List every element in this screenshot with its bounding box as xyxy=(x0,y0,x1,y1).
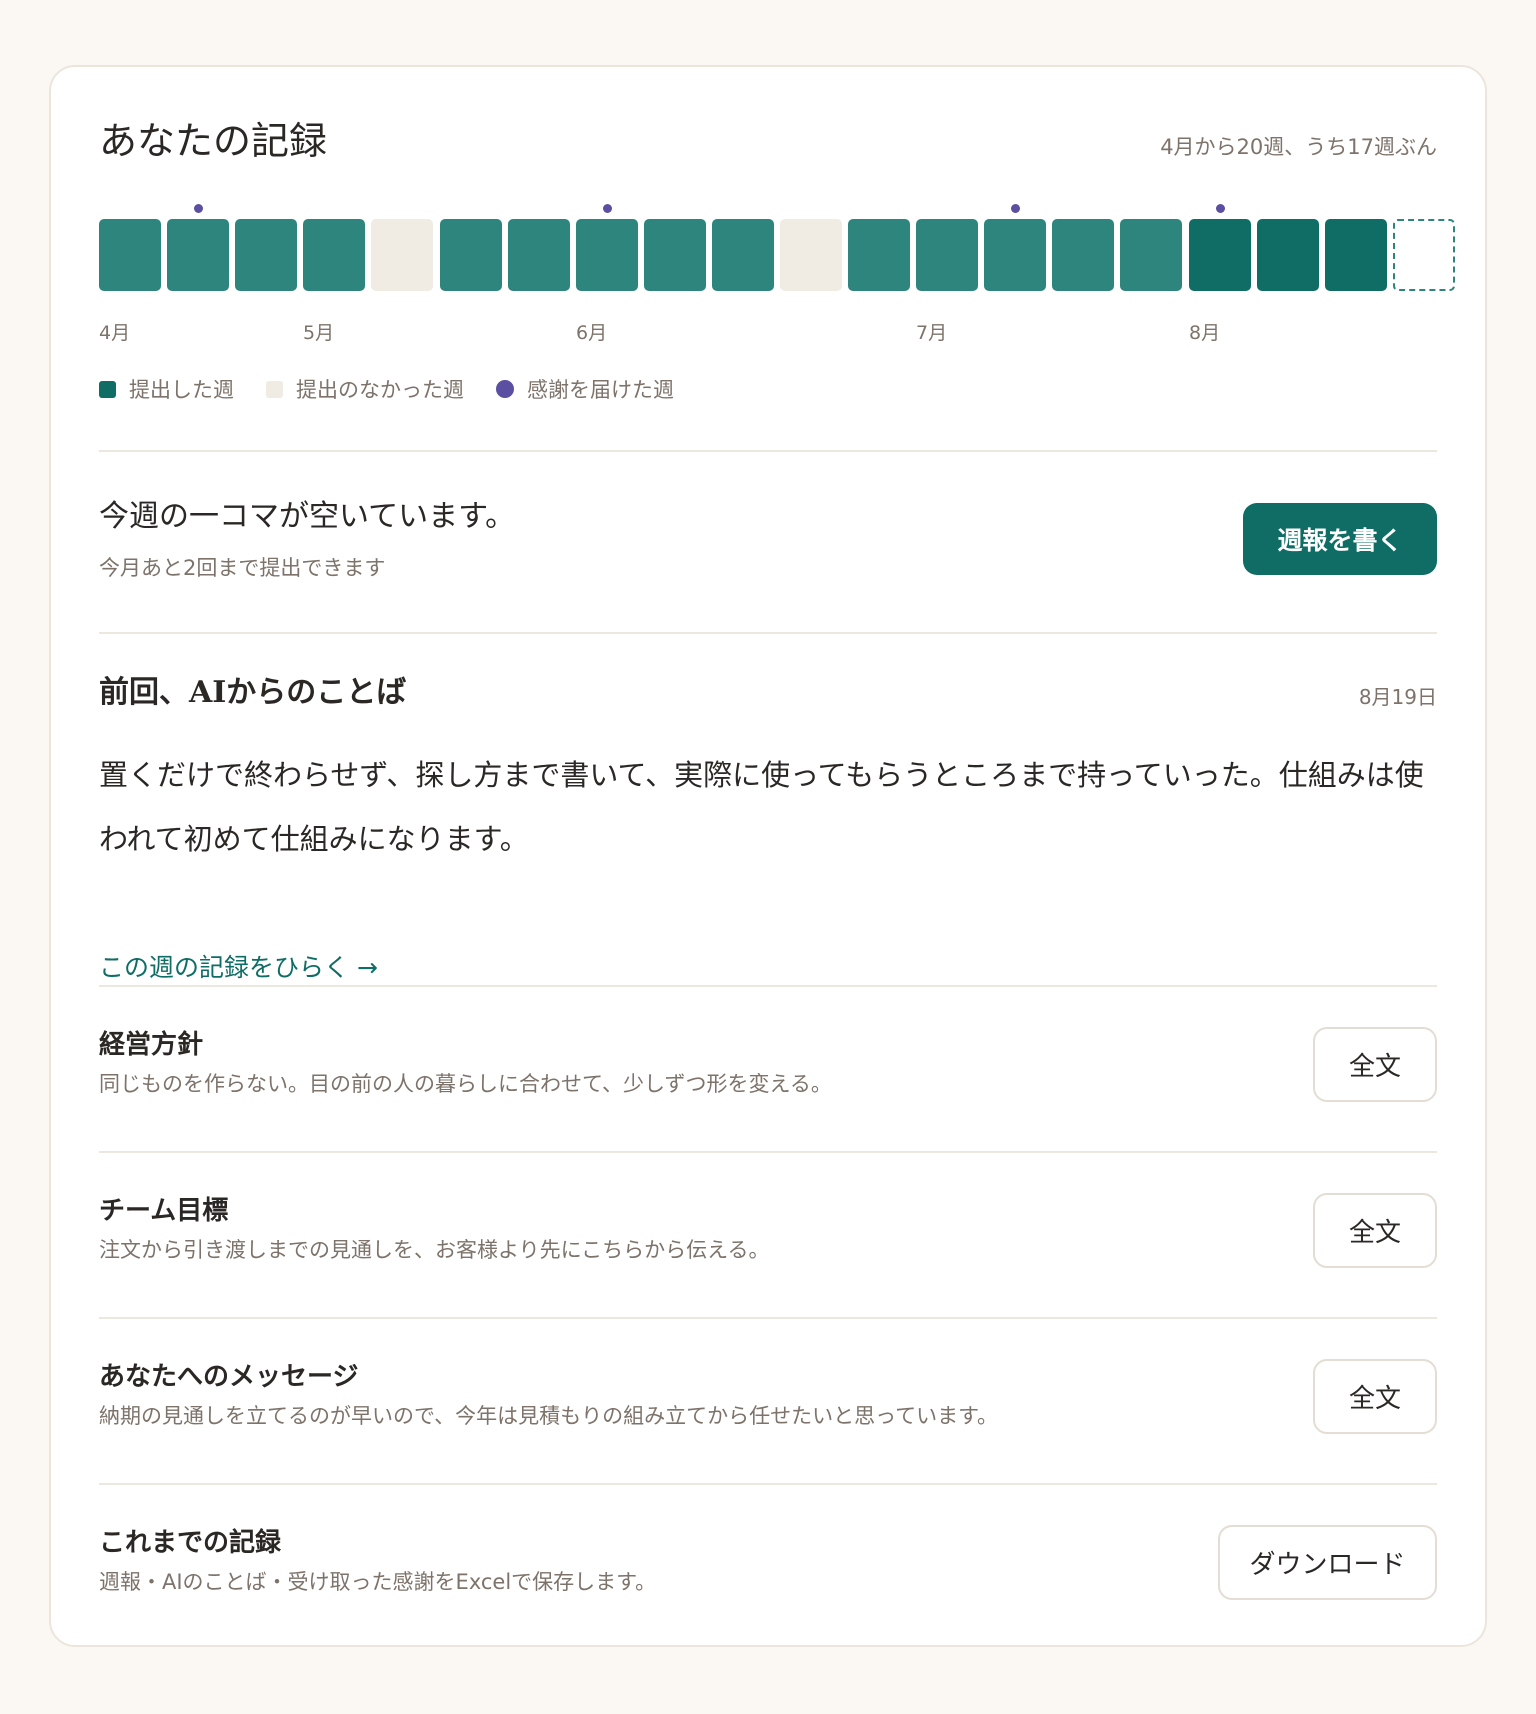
week-cell[interactable] xyxy=(235,219,297,291)
section-title: これまでの記録 xyxy=(99,1528,282,1558)
week-cell[interactable] xyxy=(440,219,502,291)
section-description: 納期の見通しを立てるのが早いので、今年は見積もりの組み立てから任せたいと思ってい… xyxy=(99,1404,999,1428)
week-cell[interactable] xyxy=(1393,219,1455,291)
policy-fulltext-button[interactable]: 全文 xyxy=(1313,1027,1437,1102)
write-report-button[interactable]: 週報を書く xyxy=(1243,503,1437,575)
divider xyxy=(99,985,1437,987)
week-cell[interactable] xyxy=(916,219,978,291)
month-label: 7月 xyxy=(916,322,948,344)
message-fulltext-button[interactable]: 全文 xyxy=(1313,1359,1437,1434)
legend-thanks: 感謝を届けた週 xyxy=(496,374,674,404)
download-button[interactable]: ダウンロード xyxy=(1218,1525,1437,1600)
legend-missed: 提出のなかった週 xyxy=(266,374,464,404)
legend-submitted-label: 提出した週 xyxy=(129,378,234,402)
week-cell[interactable] xyxy=(1189,204,1251,291)
ai-section-title: 前回、AIからのことば xyxy=(99,675,407,710)
legend-thanks-label: 感謝を届けた週 xyxy=(527,378,674,402)
legend-missed-label: 提出のなかった週 xyxy=(296,378,464,402)
section-title: あなたへのメッセージ xyxy=(99,1362,359,1392)
thanks-dot-icon xyxy=(496,380,514,398)
notice-title: 今週の一コマが空いています。 xyxy=(99,499,516,534)
month-label: 5月 xyxy=(303,322,335,344)
legend-submitted: 提出した週 xyxy=(99,374,234,404)
missed-swatch-icon xyxy=(266,380,283,398)
month-labels: 4月 5月 6月 7月 8月 xyxy=(99,319,1439,347)
notice-subtitle: 今月あと2回まで提出できます xyxy=(99,556,386,580)
calendar-legend: 提出した週 提出のなかった週 感謝を届けた週 xyxy=(99,373,706,405)
thanks-dot-icon xyxy=(1216,204,1225,213)
week-cell[interactable] xyxy=(576,204,638,291)
week-cell[interactable] xyxy=(508,219,570,291)
week-cell[interactable] xyxy=(167,204,229,291)
section-row-policy: 経営方針 同じものを作らない。目の前の人の暮らしに合わせて、少しずつ形を変える。… xyxy=(99,1027,1437,1147)
ai-message-date: 8月19日 xyxy=(1358,685,1437,709)
divider xyxy=(99,1151,1437,1153)
submitted-swatch-icon xyxy=(99,380,116,398)
week-cell[interactable] xyxy=(1257,219,1319,291)
open-week-record-link[interactable]: この週の記録をひらく → xyxy=(99,951,378,985)
week-cell[interactable] xyxy=(371,219,433,291)
weekly-calendar xyxy=(99,204,1455,291)
week-cell[interactable] xyxy=(99,219,161,291)
ai-message-body: 置くだけで終わらせず、探し方まで書いて、実際に使ってもらうところまで持っていった… xyxy=(99,758,1424,856)
section-description: 同じものを作らない。目の前の人の暮らしに合わせて、少しずつ形を変える。 xyxy=(99,1072,832,1096)
week-cell[interactable] xyxy=(780,219,842,291)
week-cell[interactable] xyxy=(303,219,365,291)
week-cell[interactable] xyxy=(984,204,1046,291)
section-row-message: あなたへのメッセージ 納期の見通しを立てるのが早いので、今年は見積もりの組み立て… xyxy=(99,1359,1437,1479)
thanks-dot-icon xyxy=(603,204,612,213)
section-description: 週報・AIのことば・受け取った感謝をExcelで保存します。 xyxy=(99,1570,657,1594)
section-title: 経営方針 xyxy=(99,1030,204,1060)
divider xyxy=(99,1483,1437,1485)
divider xyxy=(99,450,1437,452)
divider xyxy=(99,632,1437,634)
month-label: 8月 xyxy=(1189,322,1221,344)
thanks-dot-icon xyxy=(1011,204,1020,213)
section-row-team-goal: チーム目標 注文から引き渡しまでの見通しを、お客様より先にこちらから伝える。 全… xyxy=(99,1193,1437,1313)
thanks-dot-icon xyxy=(194,204,203,213)
page-title: あなたの記録 xyxy=(99,119,328,163)
team-goal-fulltext-button[interactable]: 全文 xyxy=(1313,1193,1437,1268)
week-cell[interactable] xyxy=(848,219,910,291)
week-cell[interactable] xyxy=(644,219,706,291)
week-cell[interactable] xyxy=(1325,219,1387,291)
week-cell[interactable] xyxy=(712,219,774,291)
section-description: 注文から引き渡しまでの見通しを、お客様より先にこちらから伝える。 xyxy=(99,1238,770,1262)
section-row-history: これまでの記録 週報・AIのことば・受け取った感謝をExcelで保存します。 ダ… xyxy=(99,1525,1437,1645)
month-label: 6月 xyxy=(576,322,608,344)
divider xyxy=(99,1317,1437,1319)
records-card: あなたの記録 4月から20週、うち17週ぶん 4月 5月 6月 7月 8月 提出した週 … xyxy=(49,65,1487,1647)
records-summary: 4月から20週、うち17週ぶん xyxy=(1160,135,1437,159)
section-title: チーム目標 xyxy=(99,1196,229,1226)
month-label: 4月 xyxy=(99,322,131,344)
week-cell[interactable] xyxy=(1120,219,1182,291)
week-cell[interactable] xyxy=(1052,219,1114,291)
